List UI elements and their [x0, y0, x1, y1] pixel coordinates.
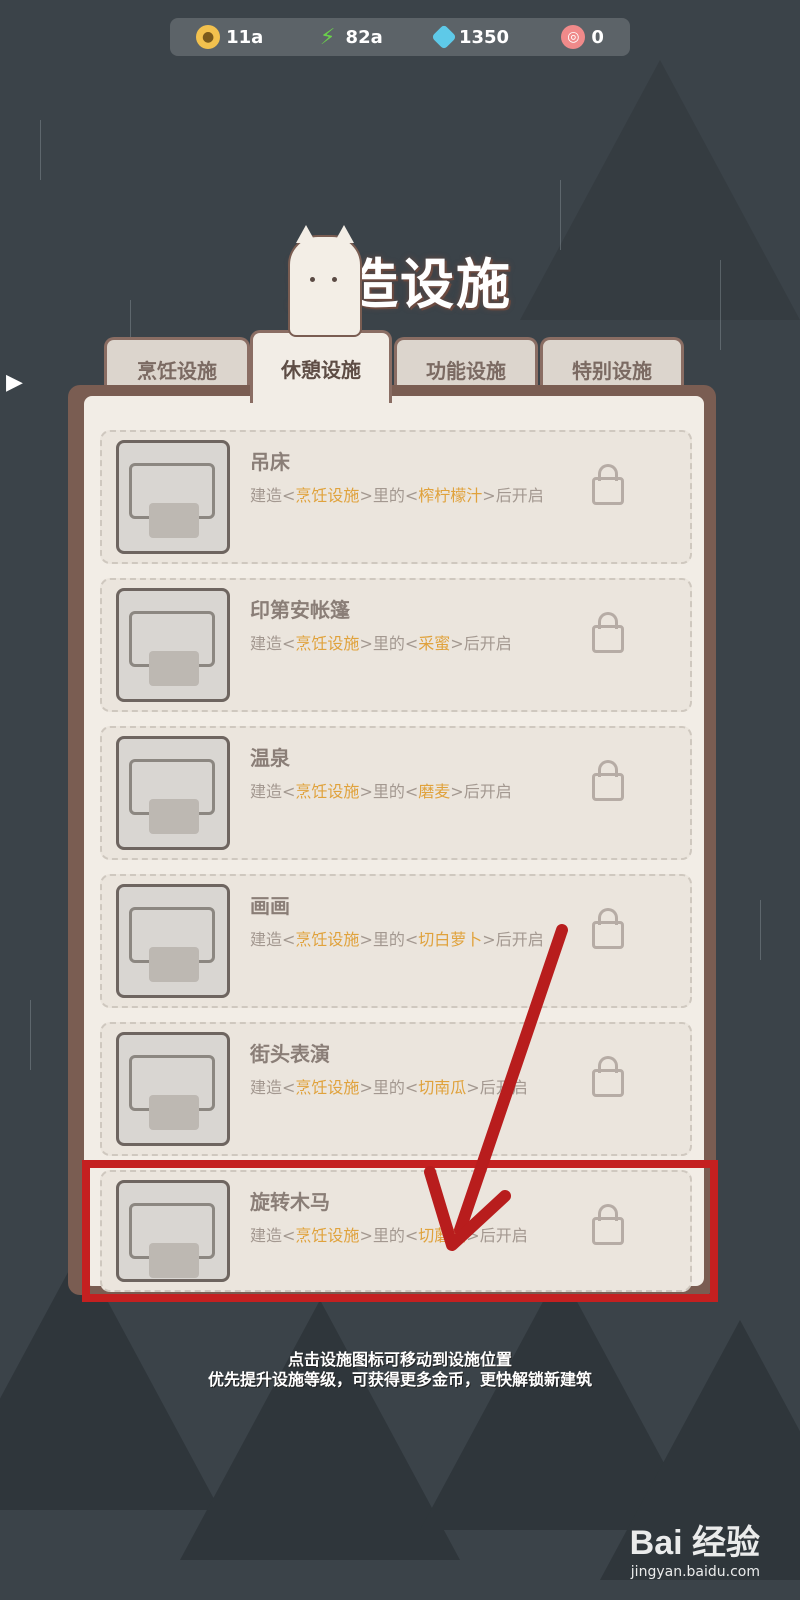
- baidu-logo-icon: Bai 经验: [629, 1524, 760, 1562]
- annotation-arrow-icon: [424, 924, 568, 1251]
- baidu-watermark: Bai 经验 jingyan.baidu.com: [630, 1515, 760, 1580]
- watermark-url: jingyan.baidu.com: [630, 1564, 760, 1580]
